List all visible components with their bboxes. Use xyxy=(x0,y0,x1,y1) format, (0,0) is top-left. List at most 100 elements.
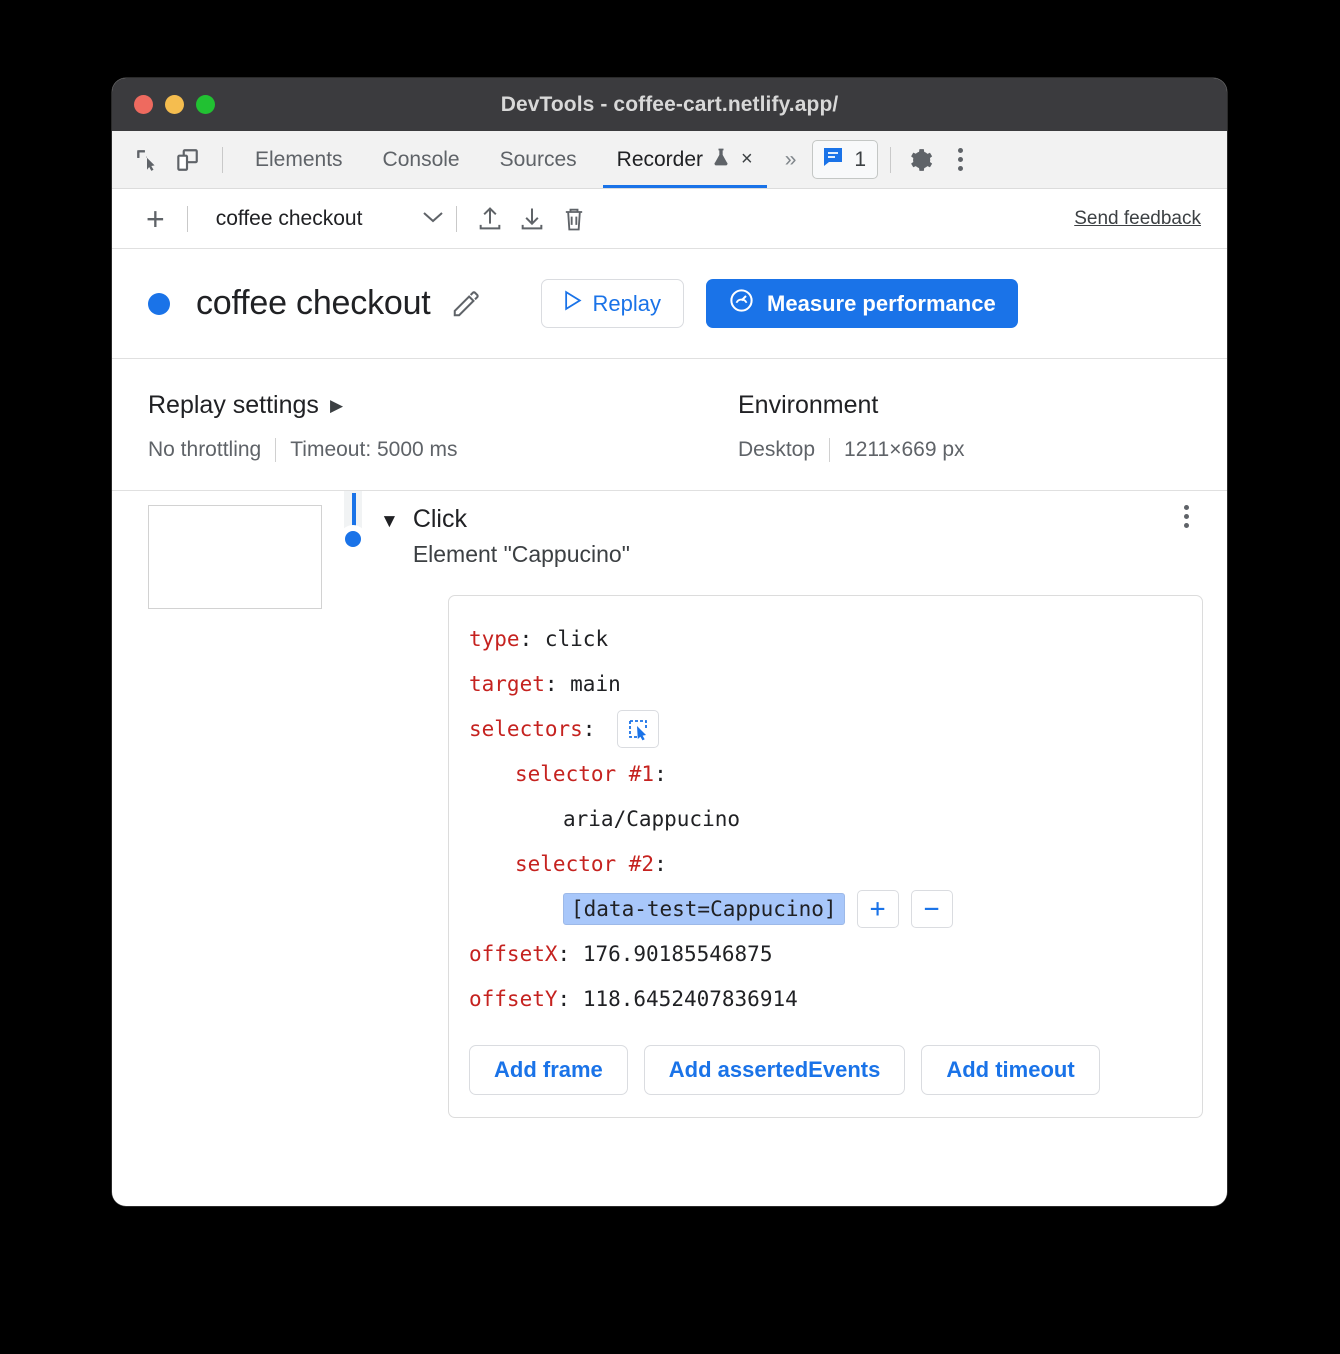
create-recording-button[interactable]: + xyxy=(136,203,175,235)
export-icon[interactable] xyxy=(469,198,511,240)
play-triangle-icon xyxy=(564,290,583,317)
replay-settings-summary: No throttling Timeout: 5000 ms xyxy=(148,438,738,462)
detail-value-selector1[interactable]: aria/Cappucino xyxy=(563,807,740,831)
measure-performance-button[interactable]: Measure performance xyxy=(706,279,1018,328)
replay-button[interactable]: Replay xyxy=(541,279,684,328)
tab-recorder[interactable]: Recorder × xyxy=(597,131,773,188)
add-timeout-button[interactable]: Add timeout xyxy=(921,1045,1099,1095)
steps-area: ▼ Click Element "Cappucino" type : click… xyxy=(112,491,1227,1118)
detail-key-target: target xyxy=(469,672,545,696)
panel-tabs: Elements Console Sources Recorder × xyxy=(235,131,773,188)
detail-key-selectors: selectors xyxy=(469,717,583,741)
step-detail-panel: type : click target : main selectors : xyxy=(448,595,1203,1118)
viewport-value: 1211×669 px xyxy=(844,438,964,462)
recording-selector-label[interactable]: coffee checkout xyxy=(216,207,363,231)
import-icon[interactable] xyxy=(511,198,553,240)
chevron-down-icon[interactable]: ▼ xyxy=(380,511,399,533)
detail-value-offsetx[interactable]: 176.90185546875 xyxy=(583,942,773,966)
recorder-toolbar: + coffee checkout Send feedback xyxy=(112,189,1227,249)
close-icon[interactable]: × xyxy=(741,148,753,171)
tab-label: Sources xyxy=(500,148,577,172)
detail-row-selector1-value: aria/Cappucino xyxy=(469,796,1178,841)
device-toolbar-icon[interactable] xyxy=(170,143,204,177)
more-options-icon[interactable] xyxy=(943,148,977,171)
send-feedback-link[interactable]: Send feedback xyxy=(1074,208,1201,230)
step-subtitle: Element "Cappucino" xyxy=(413,541,630,568)
step-header[interactable]: ▼ Click Element "Cappucino" xyxy=(380,505,1203,568)
detail-row-selector2-key: selector #2 : xyxy=(469,841,1178,886)
detail-row-selectors: selectors : xyxy=(469,706,1178,751)
timeline-step-marker[interactable] xyxy=(345,531,361,547)
tab-sources[interactable]: Sources xyxy=(480,131,597,188)
replay-settings-label: Replay settings xyxy=(148,391,319,420)
window-titlebar: DevTools - coffee-cart.netlify.app/ xyxy=(112,78,1227,131)
trash-icon[interactable] xyxy=(553,198,595,240)
detail-row-selector1-key: selector #1 : xyxy=(469,751,1178,796)
timeline-line xyxy=(352,493,356,531)
detail-row-offsety: offsetY : 118.6452407836914 xyxy=(469,976,1178,1021)
environment-col: Environment Desktop 1211×669 px xyxy=(738,391,965,462)
tab-elements[interactable]: Elements xyxy=(235,131,363,188)
recorder-toolbar-divider-2 xyxy=(456,206,457,232)
measure-performance-label: Measure performance xyxy=(767,291,996,317)
environment-label: Environment xyxy=(738,391,878,420)
inspect-element-icon[interactable] xyxy=(130,143,164,177)
add-selector-button[interactable]: + xyxy=(857,890,899,928)
replay-settings-col: Replay settings ▶ No throttling Timeout:… xyxy=(148,391,738,462)
devtools-window: DevTools - coffee-cart.netlify.app/ Elem… xyxy=(112,78,1227,1206)
detail-key-type: type xyxy=(469,627,520,651)
detail-colon-selector1: : xyxy=(654,762,667,786)
flask-icon xyxy=(711,146,731,174)
detail-key-offsety: offsetY xyxy=(469,987,558,1011)
performance-gauge-icon xyxy=(728,287,755,320)
environment-heading: Environment xyxy=(738,391,965,420)
recorder-toolbar-divider xyxy=(187,206,188,232)
detail-colon-type: : xyxy=(520,627,545,651)
tab-label: Console xyxy=(383,148,460,172)
detail-key-offsetx: offsetX xyxy=(469,942,558,966)
detail-colon-target: : xyxy=(545,672,570,696)
detail-colon-selector2: : xyxy=(654,852,667,876)
detail-key-selector1: selector #1 xyxy=(515,762,654,786)
devtools-tabbar: Elements Console Sources Recorder × » 1 xyxy=(112,131,1227,189)
page-title: coffee checkout xyxy=(196,284,431,323)
toolbar-divider xyxy=(222,147,223,173)
step-title: Click xyxy=(413,505,630,534)
detail-value-offsety[interactable]: 118.6452407836914 xyxy=(583,987,798,1011)
recording-status-dot xyxy=(148,293,170,315)
summary-divider xyxy=(275,438,276,462)
summary-divider-2 xyxy=(829,438,830,462)
pencil-icon[interactable] xyxy=(451,289,481,319)
selector-value-input[interactable]: [data-test=Cappucino] xyxy=(563,893,845,925)
detail-value-target[interactable]: main xyxy=(570,672,621,696)
more-tabs-icon[interactable]: » xyxy=(773,148,809,172)
issues-message-icon xyxy=(821,145,845,174)
add-frame-button[interactable]: Add frame xyxy=(469,1045,628,1095)
minimize-button[interactable] xyxy=(165,95,184,114)
step-text-block: Click Element "Cappucino" xyxy=(413,505,630,568)
remove-selector-button[interactable]: − xyxy=(911,890,953,928)
zoom-button[interactable] xyxy=(196,95,215,114)
recording-header: coffee checkout Replay Measure performan… xyxy=(112,249,1227,359)
chevron-down-icon[interactable] xyxy=(422,208,444,230)
step-more-options-icon[interactable] xyxy=(1169,505,1203,528)
selector-picker-icon[interactable] xyxy=(617,710,659,748)
add-assertedevents-button[interactable]: Add assertedEvents xyxy=(644,1045,906,1095)
tab-console[interactable]: Console xyxy=(363,131,480,188)
issues-counter-button[interactable]: 1 xyxy=(812,140,878,179)
traffic-lights xyxy=(134,95,215,114)
issues-count: 1 xyxy=(854,148,866,172)
tab-label: Recorder xyxy=(617,148,703,172)
detail-colon-offsety: : xyxy=(558,987,583,1011)
device-value: Desktop xyxy=(738,438,815,462)
replay-settings-toggle[interactable]: Replay settings ▶ xyxy=(148,391,738,420)
gear-icon[interactable] xyxy=(903,143,937,177)
close-button[interactable] xyxy=(134,95,153,114)
step-screenshot-thumbnail xyxy=(148,505,322,609)
detail-row-selector2-value: [data-test=Cappucino] + − xyxy=(469,886,1178,931)
timeout-value: Timeout: 5000 ms xyxy=(290,438,457,462)
tab-label: Elements xyxy=(255,148,343,172)
detail-value-type[interactable]: click xyxy=(545,627,608,651)
replay-button-label: Replay xyxy=(593,291,661,317)
throttling-value: No throttling xyxy=(148,438,261,462)
